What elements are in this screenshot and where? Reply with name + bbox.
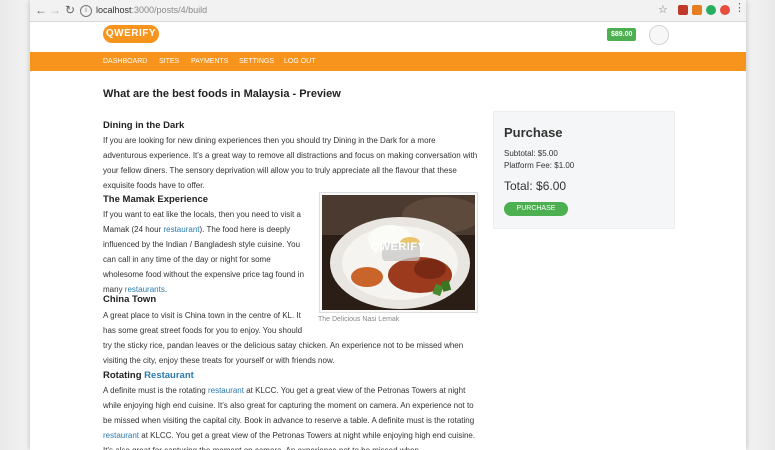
balance-badge[interactable]: $89.00	[607, 28, 637, 41]
nasi-lemak-photo: QWERIFY	[322, 195, 475, 310]
platform-fee: Platform Fee: $1.00	[504, 161, 575, 170]
section-body: A definite must is the rotating restaura…	[103, 383, 479, 450]
restaurant-link[interactable]: restaurant	[103, 431, 139, 440]
restaurant-heading-link[interactable]: Restaurant	[144, 370, 194, 381]
nav-dashboard[interactable]: DASHBOARD	[103, 52, 147, 71]
purchase-card: Purchase Subtotal: $5.00 Platform Fee: $…	[493, 111, 675, 229]
food-image: QWERIFY	[319, 192, 478, 313]
backdrop-left	[0, 0, 30, 450]
total: Total: $6.00	[504, 179, 567, 193]
section-heading: The Mamak Experience	[103, 194, 209, 205]
logo[interactable]: QWERIFY	[103, 25, 159, 43]
nav-settings[interactable]: SETTINGS	[239, 52, 274, 71]
purchase-title: Purchase	[504, 125, 563, 140]
page-title: What are the best foods in Malaysia - Pr…	[103, 88, 341, 100]
url-path: :3000/posts/4/build	[131, 5, 208, 15]
address-bar[interactable]: i localhost:3000/posts/4/build	[80, 2, 640, 18]
china-town-body: A great place to visit is China town in …	[103, 308, 479, 368]
extension-icon[interactable]	[678, 5, 688, 15]
browser-menu-icon[interactable]: ⋮	[734, 3, 745, 14]
info-icon[interactable]: i	[80, 4, 92, 17]
text-run: ). The food here is deeply influenced by…	[103, 225, 305, 294]
section-heading: Rotating Restaurant	[103, 369, 479, 383]
browser-window: ← → ↻ i localhost:3000/posts/4/build ☆ ⋮ …	[30, 0, 746, 450]
reload-icon[interactable]: ↻	[63, 3, 77, 17]
forward-arrow-icon[interactable]: →	[48, 3, 62, 17]
section-body: If you are looking for new dining experi…	[103, 136, 478, 190]
restaurant-link[interactable]: restaurant	[208, 386, 244, 395]
section-mamak: The Mamak Experience If you want to eat …	[103, 193, 313, 305]
extension-icon[interactable]	[692, 5, 702, 15]
purchase-button[interactable]: PURCHASE	[504, 202, 568, 216]
bookmark-star-icon[interactable]: ☆	[658, 3, 668, 16]
text-run: Rotating	[103, 370, 145, 381]
watermark: QWERIFY	[370, 241, 426, 253]
section-heading: Dining in the Dark	[103, 120, 185, 131]
nav-logout[interactable]: LOG OUT	[284, 52, 316, 71]
restaurant-link[interactable]: restaurant	[163, 225, 199, 234]
url-host: localhost	[96, 5, 132, 15]
nav-sites[interactable]: SITES	[159, 52, 179, 71]
main-nav: DASHBOARD SITES PAYMENTS SETTINGS LOG OU…	[30, 52, 746, 71]
avatar[interactable]	[649, 25, 669, 45]
grammarly-icon[interactable]	[706, 5, 716, 15]
backdrop-right	[746, 0, 775, 450]
image-caption: The Delicious Nasi Lemak	[318, 316, 400, 323]
browser-toolbar: ← → ↻ i localhost:3000/posts/4/build ☆ ⋮	[30, 0, 746, 22]
nav-payments[interactable]: PAYMENTS	[191, 52, 228, 71]
section-rotating: Rotating Restaurant A definite must is t…	[103, 369, 479, 450]
text-run: A definite must is the rotating	[103, 386, 208, 395]
back-arrow-icon[interactable]: ←	[34, 3, 48, 17]
subtotal: Subtotal: $5.00	[504, 149, 558, 158]
section-dining: Dining in the Dark If you are looking fo…	[103, 119, 479, 201]
extension-icon[interactable]	[720, 5, 730, 15]
section-body: If you want to eat like the locals, then…	[103, 207, 313, 297]
site-header: QWERIFY $89.00	[30, 22, 746, 52]
text-run: at KLCC. You get a great view of the Pet…	[103, 431, 476, 450]
